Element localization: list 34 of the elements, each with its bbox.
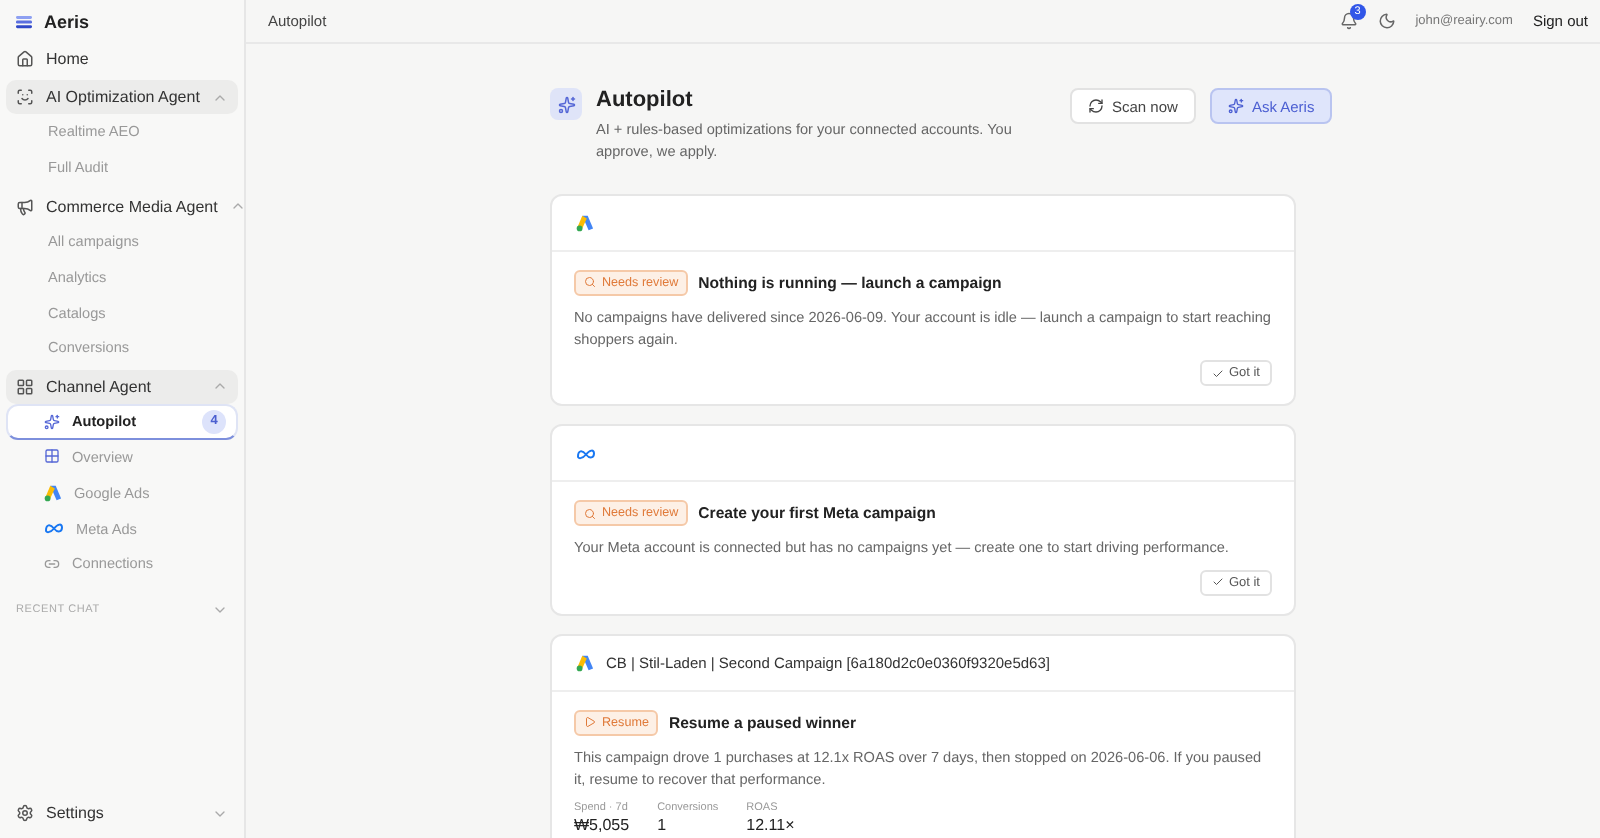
notifications-icon[interactable] bbox=[1339, 12, 1358, 30]
check-icon bbox=[1212, 576, 1225, 589]
brand-name: Aeris bbox=[44, 12, 90, 32]
google-ads-logo-icon bbox=[44, 483, 62, 502]
stat-value: 12.11× bbox=[746, 816, 795, 835]
stat-value: ₩5,055 bbox=[574, 816, 630, 835]
sparkles-icon bbox=[44, 413, 60, 430]
stack-logo-icon bbox=[16, 14, 32, 30]
grid-icon bbox=[16, 377, 34, 396]
grid-icon bbox=[44, 448, 60, 465]
search-icon bbox=[584, 276, 596, 289]
check-icon bbox=[1212, 367, 1225, 380]
refresh-icon bbox=[1088, 98, 1104, 114]
home-icon bbox=[16, 50, 34, 68]
nav-group[interactable]: AI Optimization Agent bbox=[6, 80, 238, 114]
nav-group[interactable]: Channel Agent bbox=[6, 369, 238, 404]
moon-icon[interactable] bbox=[1377, 12, 1396, 30]
settings-item[interactable]: Settings bbox=[6, 796, 238, 830]
stat-value: 1 bbox=[657, 816, 669, 835]
sparkles-icon bbox=[550, 88, 582, 120]
sparkles-icon bbox=[1227, 98, 1244, 114]
scan-icon bbox=[16, 88, 34, 106]
nav-group[interactable]: Commerce Media Agent bbox=[6, 189, 238, 224]
search-icon bbox=[584, 507, 596, 520]
page-title: Autopilot bbox=[596, 88, 695, 112]
megaphone-icon bbox=[16, 197, 34, 216]
meta-logo-icon bbox=[44, 522, 64, 535]
google-ads-logo-icon bbox=[576, 653, 594, 672]
meta-logo-icon bbox=[576, 447, 596, 460]
link-icon bbox=[44, 555, 60, 572]
settings-icon bbox=[16, 804, 34, 822]
play-icon bbox=[584, 716, 596, 729]
google-ads-logo-icon bbox=[576, 213, 594, 232]
nav-item[interactable]: Home bbox=[6, 42, 238, 76]
